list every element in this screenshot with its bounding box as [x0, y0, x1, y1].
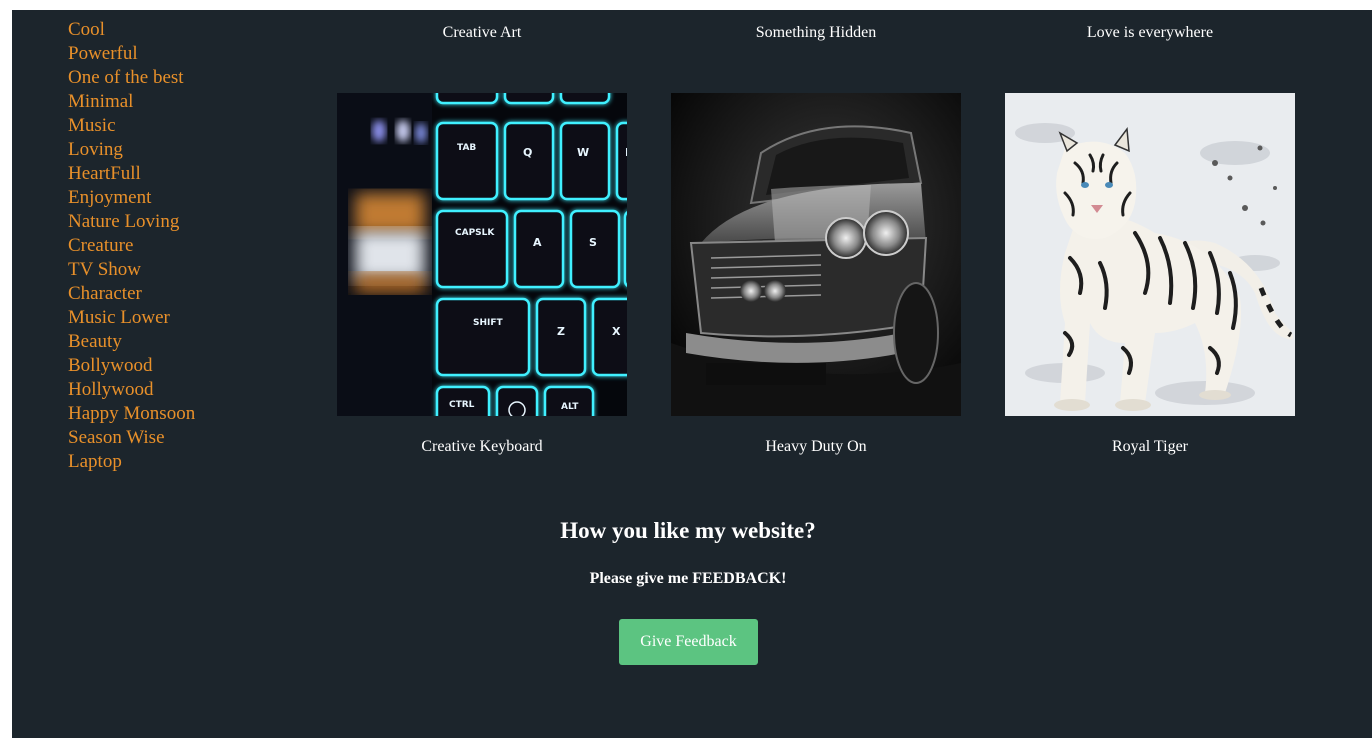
sidebar-item-music[interactable]: Music — [68, 114, 268, 138]
sidebar-item-season-wise[interactable]: Season Wise — [68, 426, 268, 450]
svg-text:S: S — [589, 236, 597, 249]
sidebar-item-cool[interactable]: Cool — [68, 18, 268, 42]
svg-text:D: D — [626, 236, 627, 249]
sidebar-item-character[interactable]: Character — [68, 282, 268, 306]
svg-text:X: X — [612, 325, 621, 338]
sidebar-item-tv-show[interactable]: TV Show — [68, 258, 268, 282]
svg-text:Z: Z — [557, 325, 565, 338]
svg-text:W: W — [577, 146, 589, 159]
svg-text:Q: Q — [523, 146, 532, 159]
sidebar-item-heartfull[interactable]: HeartFull — [68, 162, 268, 186]
keyboard-image[interactable]: TAB Q W E CAPSLK A S D SHIFT Z X CTRL AL… — [337, 93, 627, 416]
sidebar-item-loving[interactable]: Loving — [68, 138, 268, 162]
car-image[interactable] — [671, 93, 961, 416]
svg-text:TAB: TAB — [457, 143, 476, 153]
sidebar-item-music-lower[interactable]: Music Lower — [68, 306, 268, 330]
feedback-subheading: Please give me FEEDBACK! — [589, 570, 787, 587]
sidebar-item-one-of-the-best[interactable]: One of the best — [68, 66, 268, 90]
svg-text:A: A — [533, 236, 542, 249]
card-title: Love is everywhere — [1086, 24, 1214, 41]
sidebar-nav: Cool Powerful One of the best Minimal Mu… — [68, 18, 268, 474]
card-title: Something Hidden — [755, 24, 877, 41]
sidebar-item-laptop[interactable]: Laptop — [68, 450, 268, 474]
card-title: Creative Art — [442, 24, 522, 41]
sidebar-item-creature[interactable]: Creature — [68, 234, 268, 258]
sidebar-item-hollywood[interactable]: Hollywood — [68, 378, 268, 402]
feedback-heading: How you like my website? — [560, 518, 816, 543]
svg-text:E: E — [625, 146, 627, 159]
sidebar-item-beauty[interactable]: Beauty — [68, 330, 268, 354]
svg-text:ALT: ALT — [561, 402, 579, 412]
sidebar-item-enjoyment[interactable]: Enjoyment — [68, 186, 268, 210]
give-feedback-button[interactable]: Give Feedback — [619, 619, 758, 665]
card-caption: Royal Tiger — [1111, 438, 1188, 455]
sidebar-item-happy-monsoon[interactable]: Happy Monsoon — [68, 402, 268, 426]
svg-text:CAPSLK: CAPSLK — [455, 228, 495, 238]
sidebar-item-nature-loving[interactable]: Nature Loving — [68, 210, 268, 234]
card-caption: Creative Keyboard — [421, 438, 543, 455]
tiger-image[interactable] — [1005, 93, 1295, 416]
sidebar-item-powerful[interactable]: Powerful — [68, 42, 268, 66]
sidebar-item-bollywood[interactable]: Bollywood — [68, 354, 268, 378]
card-caption: Heavy Duty On — [765, 438, 867, 455]
page-container: Cool Powerful One of the best Minimal Mu… — [12, 10, 1372, 738]
svg-text:SHIFT: SHIFT — [473, 318, 504, 328]
svg-text:CTRL: CTRL — [449, 400, 475, 410]
sidebar-item-minimal[interactable]: Minimal — [68, 90, 268, 114]
